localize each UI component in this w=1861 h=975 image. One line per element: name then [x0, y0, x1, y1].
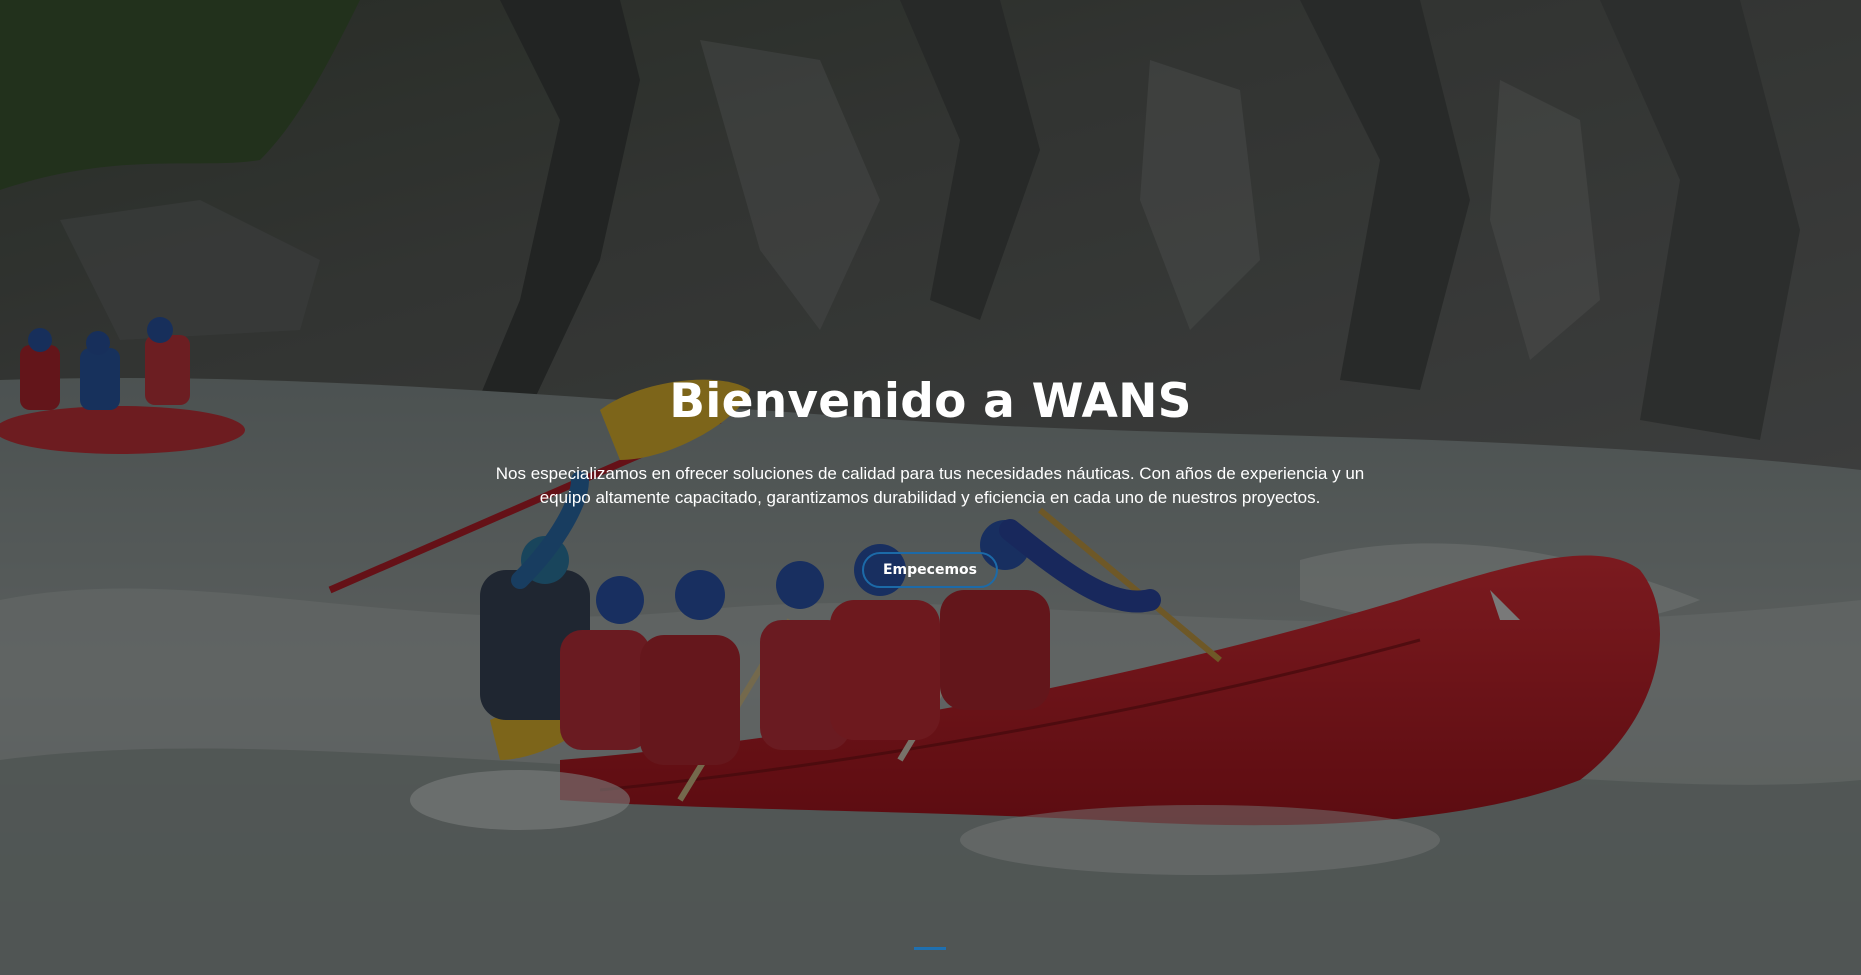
hero-title: Bienvenido a WANS [669, 374, 1192, 429]
hero-description: Nos especializamos en ofrecer soluciones… [495, 464, 1365, 507]
get-started-button[interactable]: Empecemos [862, 552, 998, 588]
hero-content: Bienvenido a WANS Nos especializamos en … [0, 0, 1861, 975]
hero-section: Bienvenido a WANS Nos especializamos en … [0, 0, 1861, 975]
carousel-indicator-active[interactable] [914, 947, 946, 950]
carousel-indicators [914, 947, 946, 950]
